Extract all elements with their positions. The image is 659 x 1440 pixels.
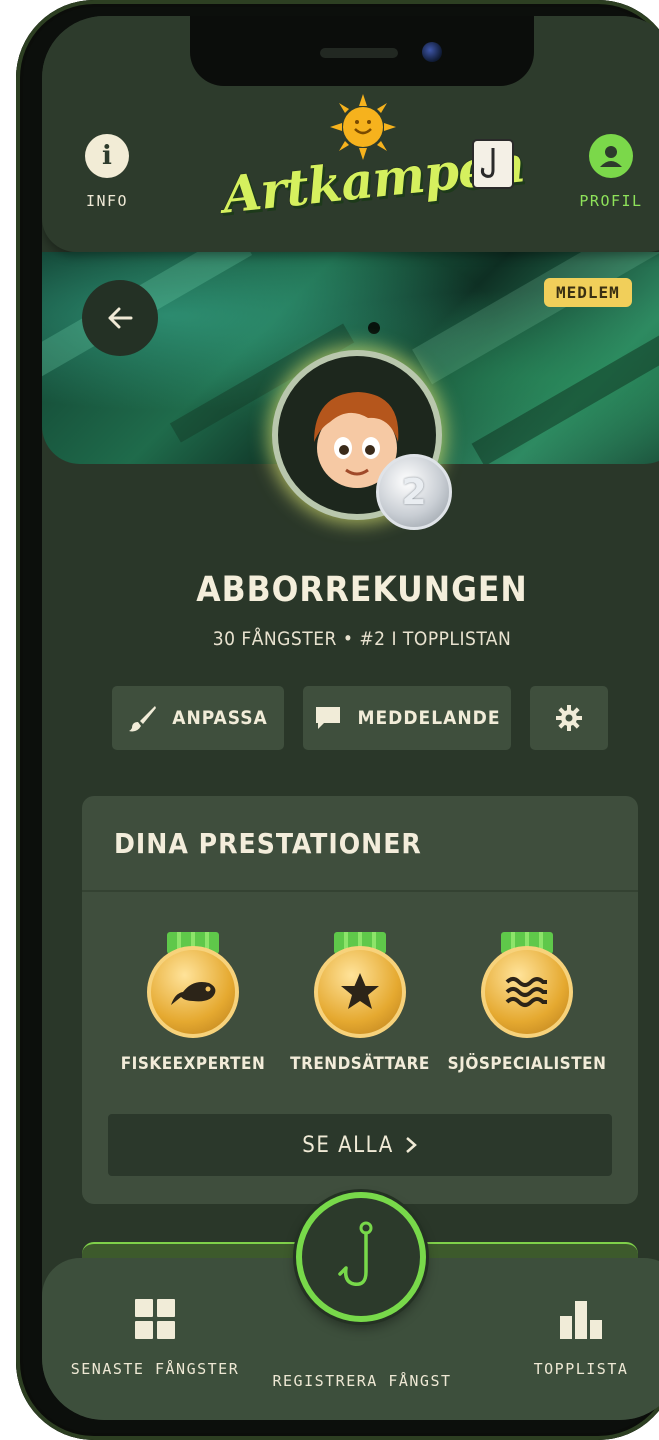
info-button[interactable]: i INFO xyxy=(62,134,152,210)
phone-notch xyxy=(190,16,534,86)
settings-button[interactable] xyxy=(530,686,608,750)
nav-toplist-label: TOPPLISTA xyxy=(533,1360,629,1378)
see-all-button[interactable]: SE ALLA xyxy=(108,1114,612,1176)
achievement-medal xyxy=(314,932,406,1038)
profile-button[interactable]: PROFIL xyxy=(566,134,656,210)
paintbrush-icon xyxy=(129,706,157,732)
member-badge: MEDLEM xyxy=(544,278,632,307)
back-button[interactable] xyxy=(82,280,158,356)
customize-label: ANPASSA xyxy=(172,707,268,729)
speaker xyxy=(320,48,398,58)
gear-icon xyxy=(556,705,582,731)
fish-hook-icon xyxy=(338,1221,373,1286)
nav-toplist[interactable]: TOPPLISTA xyxy=(516,1298,646,1378)
achievements-title: DINA PRESTATIONER xyxy=(82,796,638,892)
info-icon: i xyxy=(85,134,129,178)
achievement-medal xyxy=(147,932,239,1038)
achievement-item[interactable]: SJÖSPECIALISTEN xyxy=(442,932,612,1074)
nav-latest-catches[interactable]: SENASTE FÅNGSTER xyxy=(70,1298,240,1378)
chat-icon xyxy=(316,707,341,729)
chevron-right-icon xyxy=(405,1137,417,1153)
bar-chart-icon xyxy=(560,1301,602,1339)
user-icon xyxy=(589,134,633,178)
grid-icon xyxy=(135,1299,175,1339)
profile-label: PROFIL xyxy=(579,192,643,210)
avatar[interactable]: 2 xyxy=(272,350,452,530)
phone-frame: i INFO Artkampen PROFIL MEDLEM 2 ABBORRE… xyxy=(16,0,659,1440)
fish-icon xyxy=(171,982,216,1005)
hook-badge-icon xyxy=(472,139,514,189)
nav-register-label: REGISTRERA FÅNGST xyxy=(272,1372,452,1390)
achievement-name: FISKEEXPERTEN xyxy=(120,1054,266,1074)
username: ABBORREKUNGEN xyxy=(196,570,528,610)
app-header: i INFO Artkampen PROFIL xyxy=(42,16,659,252)
waves-icon xyxy=(505,977,547,1007)
camera xyxy=(422,42,442,62)
rank-medal: 2 xyxy=(376,454,452,530)
app-logo: Artkampen xyxy=(212,94,527,236)
profile-stats: 30 FÅNGSTER • #2 I TOPPLISTAN xyxy=(212,628,512,650)
achievement-item[interactable]: FISKEEXPERTEN xyxy=(108,932,278,1074)
app-screen: i INFO Artkampen PROFIL MEDLEM 2 ABBORRE… xyxy=(42,16,659,1420)
achievements-card: DINA PRESTATIONER FISKEEXPERTEN TRENDSÄT… xyxy=(82,796,638,1204)
message-button[interactable]: MEDDELANDE xyxy=(303,686,511,750)
info-label: INFO xyxy=(85,192,129,210)
see-all-label: SE ALLA xyxy=(302,1132,394,1158)
achievement-name: TRENDSÄTTARE xyxy=(290,1054,430,1074)
achievement-medal xyxy=(481,932,573,1038)
star-icon xyxy=(341,973,379,1009)
nav-latest-label: SENASTE FÅNGSTER xyxy=(70,1360,240,1378)
arrow-left-icon xyxy=(108,307,133,329)
achievement-name: SJÖSPECIALISTEN xyxy=(447,1054,607,1074)
message-label: MEDDELANDE xyxy=(357,707,501,729)
customize-button[interactable]: ANPASSA xyxy=(112,686,284,750)
register-catch-button[interactable] xyxy=(296,1192,426,1322)
achievement-item[interactable]: TRENDSÄTTARE xyxy=(275,932,445,1074)
